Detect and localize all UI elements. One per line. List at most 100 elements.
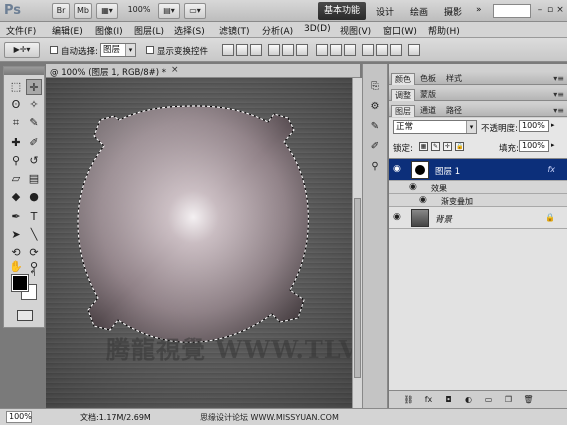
menu-help[interactable]: 帮助(H) bbox=[428, 24, 460, 37]
eraser-tool-icon[interactable]: ▱ bbox=[8, 171, 24, 187]
align-left-icon[interactable] bbox=[268, 44, 280, 56]
layer-effects-row[interactable]: ◉ 效果 bbox=[389, 181, 567, 194]
auto-select-dropdown[interactable]: 图层 ▾ bbox=[100, 43, 136, 57]
menu-filter[interactable]: 滤镜(T) bbox=[219, 24, 250, 37]
show-transform-checkbox[interactable] bbox=[146, 46, 154, 54]
healing-brush-tool-icon[interactable]: ✚ bbox=[8, 135, 24, 151]
tab-swatches[interactable]: 色板 bbox=[417, 73, 439, 85]
lock-image-icon[interactable]: ✎ bbox=[431, 142, 440, 151]
move-tool-icon[interactable]: ✛ bbox=[26, 79, 42, 95]
lock-position-icon[interactable]: ✛ bbox=[443, 142, 452, 151]
lasso-tool-icon[interactable]: ʘ bbox=[8, 97, 24, 113]
workspace-photography[interactable]: 摄影 bbox=[444, 5, 462, 18]
opacity-slider-icon[interactable]: ▸ bbox=[551, 121, 555, 129]
menu-edit[interactable]: 编辑(E) bbox=[52, 24, 83, 37]
document-size-info[interactable]: 文档:1.17M/2.69M bbox=[80, 412, 151, 423]
shape-tool-icon[interactable]: ╲ bbox=[26, 227, 42, 243]
more-workspaces-icon[interactable]: » bbox=[476, 5, 482, 15]
gradient-tool-icon[interactable]: ▤ bbox=[26, 171, 42, 187]
link-layers-icon[interactable]: ⛓ bbox=[403, 394, 414, 405]
align-right-icon[interactable] bbox=[296, 44, 308, 56]
marquee-tool-icon[interactable]: ⬚ bbox=[8, 79, 24, 95]
blend-mode-dropdown[interactable]: 正常 ▾ bbox=[393, 120, 477, 134]
align-bottom-icon[interactable] bbox=[250, 44, 262, 56]
menu-select[interactable]: 选择(S) bbox=[174, 24, 205, 37]
workspace-design[interactable]: 设计 bbox=[376, 5, 394, 18]
close-icon[interactable]: × bbox=[555, 4, 565, 16]
visibility-eye-icon[interactable]: ◉ bbox=[393, 164, 401, 174]
brush-tool-icon[interactable]: ✐ bbox=[26, 135, 42, 151]
tab-adjustments[interactable]: 调整 bbox=[391, 89, 415, 101]
view-extras-button[interactable]: ▦▾ bbox=[96, 3, 118, 19]
tab-color[interactable]: 颜色 bbox=[391, 73, 415, 85]
pen-tool-icon[interactable]: ✒ bbox=[8, 209, 24, 225]
align-hcenter-icon[interactable] bbox=[282, 44, 294, 56]
history-brush-tool-icon[interactable]: ↺ bbox=[26, 153, 42, 169]
new-layer-icon[interactable]: ❐ bbox=[503, 394, 514, 405]
tab-paths[interactable]: 路径 bbox=[443, 105, 465, 117]
add-style-icon[interactable]: fx bbox=[423, 394, 434, 405]
minimize-icon[interactable]: – bbox=[535, 4, 545, 16]
menu-analysis[interactable]: 分析(A) bbox=[262, 24, 293, 37]
layer-fx-icon[interactable]: fx bbox=[547, 165, 555, 174]
clone-source-icon[interactable]: ⚲ bbox=[368, 160, 382, 174]
path-selection-tool-icon[interactable]: ➤ bbox=[8, 227, 24, 243]
lock-transparent-icon[interactable]: ▦ bbox=[419, 142, 428, 151]
distribute-bottom-icon[interactable] bbox=[344, 44, 356, 56]
align-top-icon[interactable] bbox=[222, 44, 234, 56]
distribute-vcenter-icon[interactable] bbox=[330, 44, 342, 56]
align-vcenter-icon[interactable] bbox=[236, 44, 248, 56]
search-input[interactable] bbox=[493, 4, 531, 18]
distribute-left-icon[interactable] bbox=[362, 44, 374, 56]
effects-eye-icon[interactable]: ◉ bbox=[409, 182, 417, 192]
opacity-field[interactable]: 100% bbox=[519, 120, 549, 132]
gradient-overlay-row[interactable]: ◉ 渐变叠加 bbox=[389, 194, 567, 207]
visibility-eye-icon[interactable]: ◉ bbox=[393, 212, 401, 222]
blur-tool-icon[interactable]: ◆ bbox=[8, 189, 24, 205]
gradient-eye-icon[interactable]: ◉ bbox=[419, 195, 427, 205]
menu-window[interactable]: 窗口(W) bbox=[383, 24, 417, 37]
distribute-hcenter-icon[interactable] bbox=[376, 44, 388, 56]
delete-layer-icon[interactable]: 🗑 bbox=[523, 394, 534, 405]
tab-styles[interactable]: 样式 bbox=[443, 73, 465, 85]
quick-mask-icon[interactable] bbox=[17, 310, 33, 321]
zoom-field[interactable]: 100% bbox=[6, 411, 32, 423]
crop-tool-icon[interactable]: ⌗ bbox=[8, 115, 24, 131]
zoom-level[interactable]: 100% bbox=[124, 3, 154, 19]
swap-colors-icon[interactable]: ↰ bbox=[28, 269, 38, 279]
toolbox-handle[interactable] bbox=[4, 67, 44, 75]
auto-align-icon[interactable] bbox=[408, 44, 420, 56]
clone-stamp-tool-icon[interactable]: ⚲ bbox=[8, 153, 24, 169]
document-tab[interactable]: @ 100% (图层 1, RGB/8#) * × bbox=[46, 64, 360, 78]
vertical-scrollbar[interactable] bbox=[352, 78, 362, 408]
history-panel-icon[interactable]: ⎘ bbox=[368, 80, 382, 94]
eyedropper-tool-icon[interactable]: ✎ bbox=[26, 115, 42, 131]
panel-menu-icon[interactable]: ▾≡ bbox=[553, 106, 564, 115]
dodge-tool-icon[interactable]: ● bbox=[26, 189, 42, 205]
restore-icon[interactable]: ▫ bbox=[545, 4, 555, 16]
foreground-color-swatch[interactable] bbox=[11, 274, 29, 292]
tool-presets-icon[interactable]: ✎ bbox=[368, 120, 382, 134]
distribute-top-icon[interactable] bbox=[316, 44, 328, 56]
bridge-button[interactable]: Br bbox=[52, 3, 70, 19]
tab-masks[interactable]: 蒙版 bbox=[417, 89, 439, 101]
brushes-panel-icon[interactable]: ✐ bbox=[368, 140, 382, 154]
mini-bridge-button[interactable]: Mb bbox=[74, 3, 92, 19]
new-group-icon[interactable]: ▭ bbox=[483, 394, 494, 405]
fill-slider-icon[interactable]: ▸ bbox=[551, 141, 555, 149]
add-mask-icon[interactable]: ◘ bbox=[443, 394, 454, 405]
tab-layers[interactable]: 图层 bbox=[391, 105, 415, 117]
document-close-icon[interactable]: × bbox=[171, 65, 179, 75]
workspace-painting[interactable]: 绘画 bbox=[410, 5, 428, 18]
auto-select-checkbox[interactable] bbox=[50, 46, 58, 54]
arrange-documents-button[interactable]: ▤▾ bbox=[158, 3, 180, 19]
screen-mode-button[interactable]: ▭▾ bbox=[184, 3, 206, 19]
tab-channels[interactable]: 通道 bbox=[417, 105, 439, 117]
adjustment-layer-icon[interactable]: ◐ bbox=[463, 394, 474, 405]
menu-image[interactable]: 图像(I) bbox=[95, 24, 123, 37]
actions-panel-icon[interactable]: ⚙ bbox=[368, 100, 382, 114]
layer-row-layer1[interactable]: ◉ 图层 1 fx bbox=[389, 159, 567, 181]
layer-row-background[interactable]: ◉ 背景 🔒 bbox=[389, 207, 567, 229]
menu-layer[interactable]: 图层(L) bbox=[134, 24, 164, 37]
menu-3d[interactable]: 3D(D) bbox=[304, 24, 331, 34]
